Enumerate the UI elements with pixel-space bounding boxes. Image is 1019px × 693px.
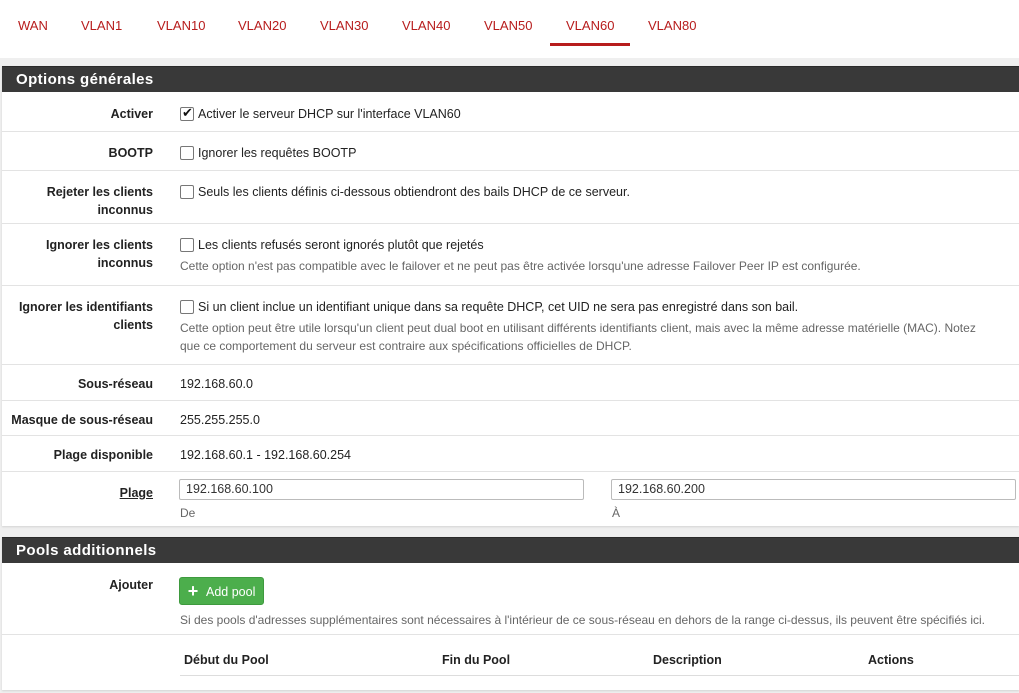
tab-vlan30[interactable]: VLAN30 <box>320 17 368 47</box>
tab-wan[interactable]: WAN <box>18 17 48 47</box>
deny-unknown-checkbox[interactable] <box>180 185 194 199</box>
ignore-denied-help: Cette option n'est pas compatible avec l… <box>180 259 861 273</box>
add-pool-row: Ajouter + Add pool Si des pools d'adresse… <box>2 564 1019 634</box>
additional-pools-panel: Pools additionnels Ajouter + Add pool Si … <box>2 537 1019 690</box>
available-range-row: Plage disponible 192.168.60.1 - 192.168.… <box>2 435 1019 471</box>
range-label[interactable]: Plage <box>120 484 153 502</box>
range-row: Plage 192.168.60.100 De 192.168.60.200 À <box>2 471 1019 526</box>
enable-checkbox[interactable] <box>180 105 194 123</box>
ignore-uid-text: Si un client inclue un identifiant uniqu… <box>198 300 799 314</box>
enable-text: Activer le serveur DHCP sur l'interface … <box>198 107 461 121</box>
plus-icon: + <box>187 581 199 601</box>
range-from-label: De <box>180 506 196 520</box>
deny-unknown-text: Seuls les clients définis ci-dessous obt… <box>198 185 630 199</box>
ignore-denied-row: Ignorer les clients inconnus Les clients… <box>2 223 1019 285</box>
enable-label: Activer <box>110 107 153 121</box>
general-options-panel: Options générales Activer Activer le ser… <box>2 66 1019 526</box>
add-pool-button[interactable]: + Add pool <box>179 577 265 605</box>
range-to-label: À <box>612 506 621 520</box>
additional-pools-title: Pools additionnels <box>2 537 1019 563</box>
tab-vlan50[interactable]: VLAN50 <box>484 17 532 47</box>
tab-vlan40[interactable]: VLAN40 <box>402 17 450 47</box>
column-pool-end: Fin du Pool <box>442 653 511 667</box>
pools-table-row: Début du Pool Fin du Pool Description Ac… <box>2 634 1019 690</box>
bootp-label: BOOTP <box>108 146 153 160</box>
enable-row: Activer Activer le serveur DHCP sur l'in… <box>2 93 1019 131</box>
mask-row: Masque de sous-réseau 255.255.255.0 <box>2 400 1019 435</box>
tab-vlan10[interactable]: VLAN10 <box>157 17 205 47</box>
ignore-uid-label: Ignorer les identifiants clients <box>18 300 153 332</box>
subnet-row: Sous-réseau 192.168.60.0 <box>2 364 1019 400</box>
deny-unknown-label: Rejeter les clients inconnus <box>46 185 153 217</box>
range-to-input[interactable]: 192.168.60.200 <box>611 479 1016 500</box>
add-pool-help: Si des pools d'adresses supplémentaires … <box>180 613 986 627</box>
column-pool-start: Début du Pool <box>184 653 269 667</box>
ignore-denied-checkbox[interactable] <box>180 238 194 252</box>
ignore-uid-help: Cette option peut être utile lorsqu'un c… <box>180 321 976 353</box>
column-description: Description <box>653 653 722 667</box>
ignore-denied-label: Ignorer les clients inconnus <box>46 238 153 270</box>
column-actions: Actions <box>868 653 914 667</box>
tab-vlan20[interactable]: VLAN20 <box>238 17 286 47</box>
ignore-denied-text: Les clients refusés seront ignorés plutô… <box>198 238 484 252</box>
deny-unknown-row: Rejeter les clients inconnus Seuls les c… <box>2 170 1019 223</box>
table-header-divider <box>180 675 1019 676</box>
interface-tabs: WAN VLAN1 VLAN10 VLAN20 VLAN30 VLAN40 VL… <box>0 0 1019 58</box>
tab-vlan80[interactable]: VLAN80 <box>648 17 696 47</box>
tab-vlan60[interactable]: VLAN60 <box>549 17 631 47</box>
available-range-value: 192.168.60.1 - 192.168.60.254 <box>180 448 351 462</box>
bootp-checkbox[interactable] <box>180 146 194 160</box>
subnet-value: 192.168.60.0 <box>180 377 253 391</box>
bootp-text: Ignorer les requêtes BOOTP <box>198 146 357 160</box>
mask-label: Masque de sous-réseau <box>11 413 153 427</box>
ignore-uid-checkbox[interactable] <box>180 300 194 314</box>
available-range-label: Plage disponible <box>53 448 153 462</box>
mask-value: 255.255.255.0 <box>180 413 260 427</box>
general-options-title: Options générales <box>2 66 1019 92</box>
tab-vlan1[interactable]: VLAN1 <box>81 17 122 47</box>
bootp-row: BOOTP Ignorer les requêtes BOOTP <box>2 131 1019 170</box>
subnet-label: Sous-réseau <box>77 377 153 391</box>
ignore-uid-row: Ignorer les identifiants clients Si un c… <box>2 285 1019 364</box>
add-pool-label: Ajouter <box>109 578 153 592</box>
range-from-input[interactable]: 192.168.60.100 <box>179 479 584 500</box>
